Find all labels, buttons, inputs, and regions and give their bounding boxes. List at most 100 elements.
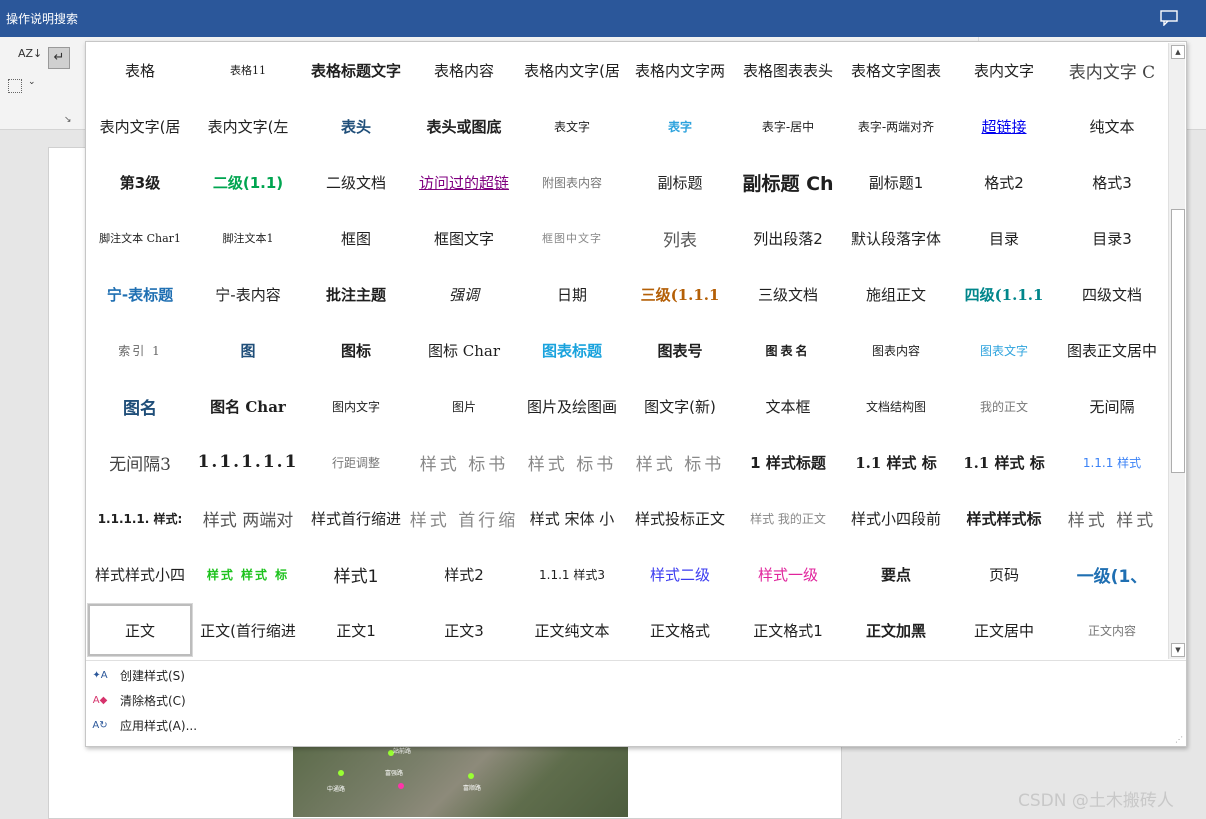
style-item[interactable]: 样式 宋体 小: [518, 490, 626, 546]
style-item[interactable]: 样式 标书: [626, 434, 734, 490]
style-item[interactable]: 图: [194, 322, 302, 378]
style-item-selected[interactable]: 正文: [88, 604, 192, 656]
style-item[interactable]: 正文加黑: [842, 602, 950, 658]
style-item[interactable]: 样式 样式 标: [194, 546, 302, 602]
style-item[interactable]: 表字-两端对齐: [842, 98, 950, 154]
style-item[interactable]: 样式 我的正文: [734, 490, 842, 546]
style-item[interactable]: 表格: [86, 42, 194, 98]
map-image[interactable]: 中通路 站前路 富强路 富顺路: [293, 745, 628, 817]
style-item[interactable]: 表格内文字(居: [518, 42, 626, 98]
style-item[interactable]: 行距调整: [302, 434, 410, 490]
style-item[interactable]: 1.1.1 样式3: [518, 546, 626, 602]
style-item[interactable]: 表文字: [518, 98, 626, 154]
style-item[interactable]: 样式样式小四: [86, 546, 194, 602]
style-item[interactable]: 强调: [410, 266, 518, 322]
style-item[interactable]: 二级(1.1): [194, 154, 302, 210]
style-item[interactable]: 图表号: [626, 322, 734, 378]
chevron-down-icon[interactable]: ⌄: [28, 77, 36, 87]
style-item[interactable]: 正文内容: [1058, 602, 1166, 658]
style-item[interactable]: 目录3: [1058, 210, 1166, 266]
style-item[interactable]: 索引 1: [86, 322, 194, 378]
style-item[interactable]: 样式 标书: [518, 434, 626, 490]
scroll-down-icon[interactable]: ▼: [1171, 643, 1185, 657]
style-item[interactable]: 超链接: [950, 98, 1058, 154]
style-item[interactable]: 正文居中: [950, 602, 1058, 658]
style-item[interactable]: 三级(1.1.1: [626, 266, 734, 322]
style-item[interactable]: 表内文字(居: [86, 98, 194, 154]
style-item[interactable]: 样式二级: [626, 546, 734, 602]
style-item[interactable]: 表头: [302, 98, 410, 154]
style-item[interactable]: 无间隔3: [86, 434, 194, 490]
comment-icon[interactable]: [1160, 10, 1178, 26]
style-item[interactable]: 宁-表标题: [86, 266, 194, 322]
style-item[interactable]: 表字-居中: [734, 98, 842, 154]
resize-grip-icon[interactable]: ⋰: [1175, 735, 1183, 744]
style-item[interactable]: 格式3: [1058, 154, 1166, 210]
style-item[interactable]: 批注主题: [302, 266, 410, 322]
style-item[interactable]: 正文3: [410, 602, 518, 658]
style-item[interactable]: 宁-表内容: [194, 266, 302, 322]
style-item[interactable]: 默认段落字体: [842, 210, 950, 266]
style-item[interactable]: 1 样式标题: [734, 434, 842, 490]
style-item[interactable]: 图名: [86, 378, 194, 434]
style-item[interactable]: 图标 Char: [410, 322, 518, 378]
style-item[interactable]: 样式小四段前: [842, 490, 950, 546]
style-item[interactable]: 图内文字: [302, 378, 410, 434]
style-item[interactable]: 四级文档: [1058, 266, 1166, 322]
style-item[interactable]: 无间隔: [1058, 378, 1166, 434]
style-item[interactable]: 纯文本: [1058, 98, 1166, 154]
style-item[interactable]: 表格图表表头: [734, 42, 842, 98]
style-item[interactable]: 样式2: [410, 546, 518, 602]
apply-style-menu-item[interactable]: A↻ 应用样式(A)...: [86, 713, 1186, 738]
style-item[interactable]: 施组正文: [842, 266, 950, 322]
style-item[interactable]: 表内文字(左: [194, 98, 302, 154]
style-item[interactable]: 样式 样式: [1058, 490, 1166, 546]
style-item[interactable]: 一级(1、: [1058, 546, 1166, 602]
sort-icon[interactable]: AZ↓: [18, 47, 42, 69]
style-item[interactable]: 列表: [626, 210, 734, 266]
style-item[interactable]: 目录: [950, 210, 1058, 266]
style-item[interactable]: 副标题 Ch: [734, 154, 842, 210]
style-item[interactable]: 副标题1: [842, 154, 950, 210]
style-item[interactable]: 图片: [410, 378, 518, 434]
style-item[interactable]: 表格内容: [410, 42, 518, 98]
style-item[interactable]: 正文纯文本: [518, 602, 626, 658]
style-item[interactable]: 1.1 样式 标: [842, 434, 950, 490]
style-item[interactable]: 文本框: [734, 378, 842, 434]
style-item[interactable]: 文档结构图: [842, 378, 950, 434]
style-item[interactable]: 表内文字 C: [1058, 42, 1166, 98]
style-item[interactable]: 1.1.1.1.1: [194, 434, 302, 490]
style-item[interactable]: 表字: [626, 98, 734, 154]
style-item[interactable]: 正文(首行缩进: [194, 602, 302, 658]
style-item[interactable]: 样式 标书: [410, 434, 518, 490]
style-item[interactable]: 正文1: [302, 602, 410, 658]
style-item[interactable]: 图表名: [734, 322, 842, 378]
style-item[interactable]: 脚注文本1: [194, 210, 302, 266]
scroll-thumb[interactable]: [1171, 209, 1185, 473]
style-item[interactable]: 样式 首行缩: [410, 490, 518, 546]
style-item[interactable]: 表格11: [194, 42, 302, 98]
tell-me-search[interactable]: 操作说明搜索: [6, 10, 78, 27]
show-formatting-button[interactable]: ↵: [48, 47, 70, 69]
style-item[interactable]: 框图中文字: [518, 210, 626, 266]
style-item[interactable]: 第3级: [86, 154, 194, 210]
style-item[interactable]: 1.1 样式 标: [950, 434, 1058, 490]
style-item[interactable]: 访问过的超链: [410, 154, 518, 210]
style-item[interactable]: 样式1: [302, 546, 410, 602]
style-item[interactable]: 框图: [302, 210, 410, 266]
style-item[interactable]: 图表文字: [950, 322, 1058, 378]
style-item[interactable]: 样式一级: [734, 546, 842, 602]
style-item[interactable]: 图文字(新): [626, 378, 734, 434]
style-item[interactable]: 图名 Char: [194, 378, 302, 434]
style-item[interactable]: 表格文字图表: [842, 42, 950, 98]
style-item[interactable]: 格式2: [950, 154, 1058, 210]
style-item[interactable]: 列出段落2: [734, 210, 842, 266]
style-item[interactable]: 1.1.1.1. 样式:: [86, 490, 194, 546]
style-item[interactable]: 图标: [302, 322, 410, 378]
style-item[interactable]: 图表内容: [842, 322, 950, 378]
style-item[interactable]: 样式样式标: [950, 490, 1058, 546]
style-item[interactable]: 日期: [518, 266, 626, 322]
style-item[interactable]: 脚注文本 Char1: [86, 210, 194, 266]
style-item[interactable]: 表内文字: [950, 42, 1058, 98]
style-item[interactable]: 三级文档: [734, 266, 842, 322]
